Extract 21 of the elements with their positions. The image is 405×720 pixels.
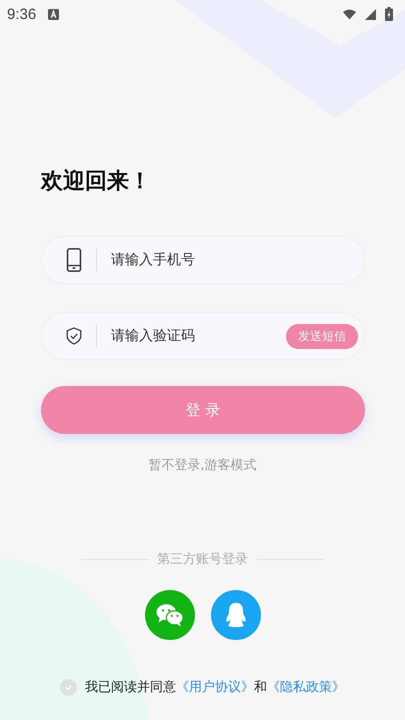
code-field[interactable]: 请输入验证码 发送短信 [41, 312, 365, 360]
battery-charging-icon [385, 7, 393, 21]
chat-bubbles-icon [156, 602, 184, 628]
agreement-text: 我已阅读并同意《用户协议》和《隐私政策》 [85, 679, 345, 696]
phone-input[interactable]: 请输入手机号 [109, 251, 358, 269]
code-input[interactable]: 请输入验证码 [109, 327, 286, 345]
login-button[interactable]: 登 录 [41, 386, 365, 434]
phone-field[interactable]: 请输入手机号 [41, 236, 365, 284]
welcome-title: 欢迎回来！ [41, 168, 152, 196]
third-party-login-label: 第三方账号登录 [157, 551, 248, 568]
send-sms-button[interactable]: 发送短信 [286, 324, 358, 348]
guest-mode-link[interactable]: 暂不登录,游客模式 [148, 456, 257, 474]
user-agreement-link[interactable]: 《用户协议》 [176, 680, 254, 695]
wechat-login-button[interactable] [144, 590, 194, 640]
signal-icon [364, 8, 377, 20]
wifi-icon [343, 8, 356, 20]
qq-login-button[interactable] [210, 590, 260, 640]
phone-icon [66, 248, 82, 272]
keyboard-notification-icon [48, 8, 60, 20]
privacy-policy-link[interactable]: 《隐私政策》 [267, 680, 345, 695]
status-time: 9:36 [7, 6, 36, 22]
